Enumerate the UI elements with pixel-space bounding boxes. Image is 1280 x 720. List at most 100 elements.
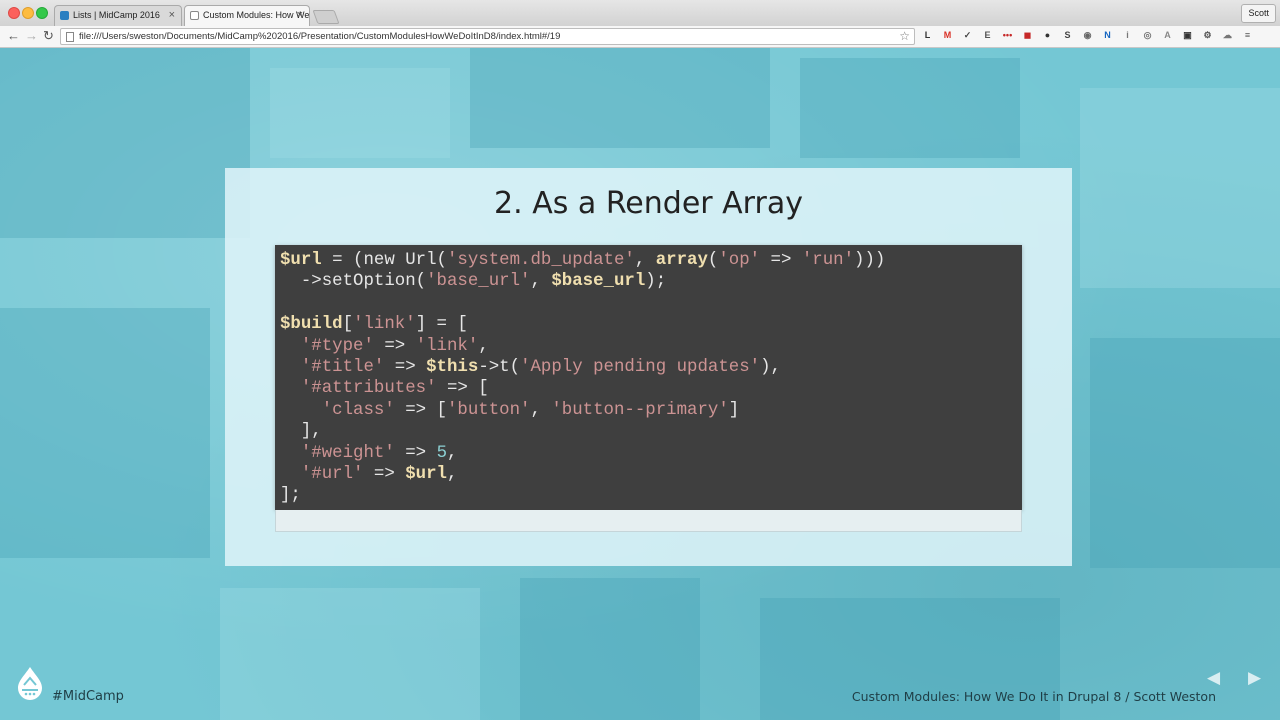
menu-icon[interactable]: ≡ <box>1242 30 1253 41</box>
code-token: 'op' <box>718 251 761 270</box>
map-background-shape <box>470 48 770 148</box>
new-tab-button[interactable] <box>312 10 340 24</box>
code-block: $url = (new Url('system.db_update', arra… <box>275 245 1022 510</box>
code-line: '#title' => $this->t('Apply pending upda… <box>280 358 781 377</box>
profile-button[interactable]: Scott <box>1241 4 1276 23</box>
code-token: ( <box>707 251 719 270</box>
dots-icon[interactable]: ••• <box>1002 30 1013 41</box>
code-line: '#type' => 'link', <box>280 337 489 356</box>
forward-arrow-icon[interactable]: → <box>25 28 38 44</box>
code-token: $url <box>405 465 447 485</box>
window-close-icon[interactable] <box>8 7 20 19</box>
record-icon[interactable]: ● <box>1042 30 1053 41</box>
code-token: '#type' <box>300 336 374 356</box>
map-background-shape <box>0 308 210 558</box>
code-token: ->t( <box>478 358 521 378</box>
angular-icon[interactable]: A <box>1162 30 1173 41</box>
next-slide-arrow-icon[interactable]: ▶ <box>1248 668 1261 688</box>
code-line: $url = (new Url('system.db_update', arra… <box>280 251 885 270</box>
code-line: ->setOption('base_url', $base_url); <box>280 272 666 291</box>
n-icon[interactable]: N <box>1102 30 1113 41</box>
code-token: , <box>447 443 458 463</box>
code-token: => <box>373 336 416 356</box>
slide-stage: 2. As a Render Array $url = (new Url('sy… <box>0 48 1280 720</box>
red-square-icon[interactable]: ◼ <box>1022 30 1033 41</box>
map-background-shape <box>1090 338 1280 568</box>
code-token: , <box>634 251 656 270</box>
browser-tab-custom-modules[interactable]: Custom Modules: How We × <box>184 5 310 26</box>
camera-icon[interactable]: ◉ <box>1082 30 1093 41</box>
map-background-shape <box>800 58 1020 158</box>
code-token: ], <box>280 422 322 442</box>
code-token: => <box>363 465 406 485</box>
midcamp-logo-icon <box>18 667 42 700</box>
evernote-icon[interactable]: E <box>982 30 993 41</box>
code-token: $this <box>426 358 479 378</box>
code-token: 'class' <box>321 400 395 420</box>
gmail-icon[interactable]: M <box>942 30 953 41</box>
map-background-shape <box>220 588 480 720</box>
code-token: ] = [ <box>415 315 468 335</box>
code-token: ), <box>760 358 781 378</box>
hashtag-text: #MidCamp <box>52 689 124 704</box>
code-token: 'base_url' <box>426 272 531 292</box>
code-line: '#weight' => 5, <box>280 443 458 463</box>
tab-close-icon[interactable]: × <box>297 9 303 21</box>
code-line: $build['link'] = [ <box>280 315 468 334</box>
globe-icon[interactable]: ◎ <box>1142 30 1153 41</box>
code-token: 'link' <box>353 315 416 335</box>
map-background-shape <box>520 578 700 720</box>
browser-toolbar: ← → ↻ file:///Users/sweston/Documents/Mi… <box>0 26 1280 48</box>
code-token: , <box>530 400 552 420</box>
code-token: $build <box>280 315 343 335</box>
code-token: ] <box>728 400 740 420</box>
code-token: 'Apply pending updates' <box>520 358 761 378</box>
map-background-shape <box>0 48 250 238</box>
code-token: '#title' <box>300 358 385 378</box>
code-token: ->setOption( <box>280 272 427 292</box>
browser-titlebar: Lists | MidCamp 2016 × Custom Modules: H… <box>0 0 1280 27</box>
back-arrow-icon[interactable]: ← <box>7 28 20 44</box>
todo-check-icon[interactable]: ✓ <box>962 30 973 41</box>
footer-title-text: Custom Modules: How We Do It in Drupal 8… <box>851 689 1216 704</box>
gear-icon[interactable]: ⚙ <box>1202 30 1213 41</box>
code-token: '#attributes' <box>300 379 437 399</box>
code-token: , <box>478 336 489 356</box>
tab-label: Lists | MidCamp 2016 <box>73 10 160 20</box>
tab-close-icon[interactable]: × <box>169 9 175 21</box>
code-token: ]; <box>280 486 301 506</box>
screenshot-icon[interactable]: S <box>1062 30 1073 41</box>
page-icon <box>66 32 74 42</box>
browser-tab-lists[interactable]: Lists | MidCamp 2016 × <box>54 5 182 26</box>
window-minimize-icon[interactable] <box>22 7 34 19</box>
lastpass-icon[interactable]: L <box>922 30 933 41</box>
code-token: ))) <box>854 251 886 270</box>
code-line: '#url' => $url, <box>280 465 458 485</box>
info-icon[interactable]: i <box>1122 30 1133 41</box>
url-text: file:///Users/sweston/Documents/MidCamp%… <box>79 31 561 42</box>
code-token: 'run' <box>801 251 855 270</box>
code-text: $url = (new Url('system.db_update', arra… <box>275 245 1022 512</box>
document-favicon-icon <box>190 11 199 20</box>
address-bar[interactable]: file:///Users/sweston/Documents/MidCamp%… <box>60 28 915 45</box>
code-token: 5 <box>436 443 447 463</box>
map-background-shape <box>270 68 450 158</box>
box-icon[interactable]: ▣ <box>1182 30 1193 41</box>
code-token: => [ <box>436 379 489 399</box>
code-token: '#url' <box>300 465 364 485</box>
midcamp-favicon-icon <box>60 11 69 20</box>
previous-slide-arrow-icon[interactable]: ◀ <box>1207 668 1220 688</box>
window-zoom-icon[interactable] <box>36 7 48 19</box>
code-token: , <box>530 272 552 292</box>
code-token: 'button--primary' <box>551 400 729 420</box>
code-line: ], <box>280 422 322 441</box>
cloud-icon[interactable]: ☁ <box>1222 30 1233 41</box>
code-token: => <box>760 251 802 270</box>
bookmark-star-icon[interactable]: ☆ <box>899 29 910 43</box>
reload-icon[interactable]: ↻ <box>43 28 54 44</box>
code-token: $url <box>280 251 322 270</box>
